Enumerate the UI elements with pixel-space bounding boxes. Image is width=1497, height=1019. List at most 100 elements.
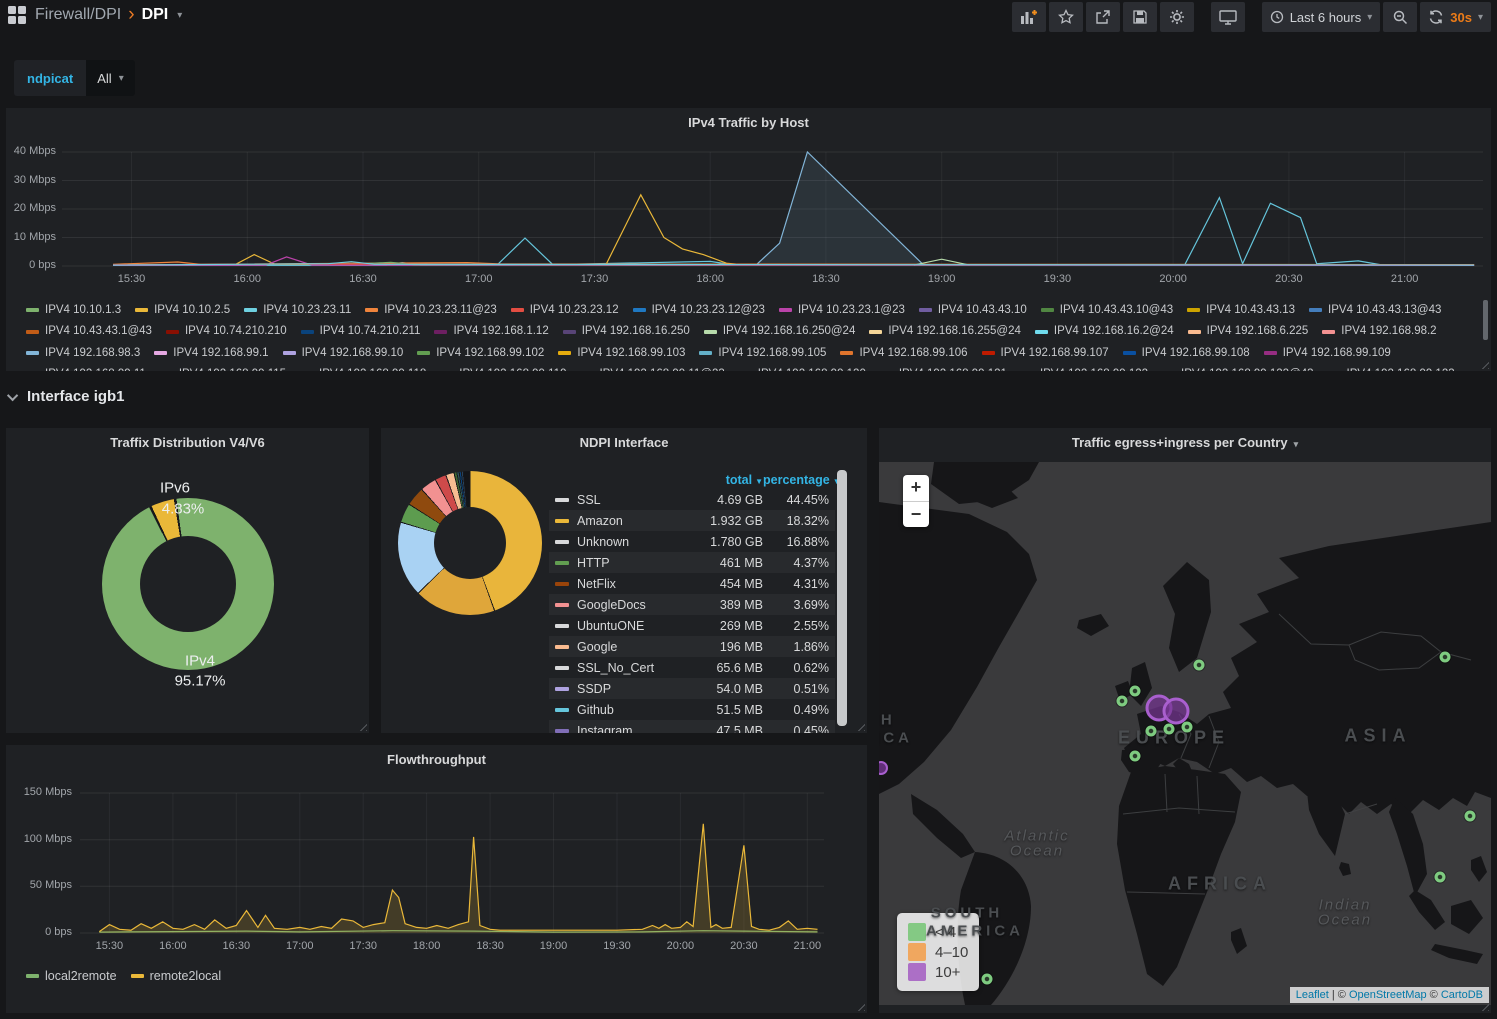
time-range-picker[interactable]: Last 6 hours ▾ [1262, 2, 1381, 32]
legend-item[interactable]: IPV4 192.168.99.109 [1264, 344, 1391, 363]
table-row[interactable]: GoogleDocs389 MB3.69% [549, 594, 835, 615]
legend-item[interactable]: IPV4 192.168.1.12 [434, 322, 548, 341]
panel-title[interactable]: NDPI Interface [381, 435, 867, 450]
panel-resize-handle[interactable] [856, 722, 865, 731]
sort-total[interactable]: total▼ [667, 473, 763, 487]
legend-item[interactable]: IPV4 192.168.99.105 [699, 344, 826, 363]
legend-item[interactable]: IPV4 10.43.43.10 [919, 301, 1027, 320]
legend-item[interactable]: IPV4 192.168.99.122@43 [1162, 365, 1314, 371]
legend-item[interactable]: IPV4 192.168.99.106 [840, 344, 967, 363]
map-marker[interactable] [1181, 721, 1192, 732]
map-marker[interactable] [1145, 725, 1156, 736]
legend-item[interactable]: IPV4 192.168.6.225 [1188, 322, 1309, 341]
breadcrumb-folder[interactable]: Firewall/DPI [35, 6, 121, 24]
panel-menu-caret-icon[interactable]: ▾ [1294, 439, 1299, 449]
legend-item[interactable]: IPV4 10.10.1.3 [26, 301, 121, 320]
map-marker[interactable] [1162, 698, 1189, 725]
legend-item[interactable]: IPV4 10.23.23.12 [511, 301, 619, 320]
legend-item[interactable]: IPV4 10.23.23.12@23 [633, 301, 765, 320]
legend-item[interactable]: IPV4 192.168.99.115 [160, 365, 286, 371]
attribution-link[interactable]: OpenStreetMap [1349, 989, 1427, 1001]
legend-item[interactable]: IPV4 192.168.16.250 [563, 322, 690, 341]
table-row[interactable]: SSL4.69 GB44.45% [549, 489, 835, 510]
legend-item[interactable]: IPV4 192.168.99.10 [283, 344, 404, 363]
map-marker[interactable] [1164, 724, 1175, 735]
legend-item[interactable]: IPV4 192.168.99.122 [1021, 365, 1148, 371]
zoom-out-button[interactable] [1383, 2, 1417, 32]
map-marker[interactable] [1129, 750, 1140, 761]
map-marker[interactable] [1116, 695, 1127, 706]
legend-item[interactable]: IPV4 192.168.99.121 [880, 365, 1007, 371]
legend-item[interactable]: IPV4 192.168.98.2 [1322, 322, 1436, 341]
legend-item[interactable]: IPV4 10.23.23.1@23 [779, 301, 905, 320]
settings-button[interactable] [1160, 2, 1194, 32]
legend-item[interactable]: IPV4 192.168.99.108 [1123, 344, 1250, 363]
table-row[interactable]: SSL_No_Cert65.6 MB0.62% [549, 657, 835, 678]
table-row[interactable]: Github51.5 MB0.49% [549, 699, 835, 720]
legend-item[interactable]: IPV4 10.43.43.13 [1187, 301, 1295, 320]
panel-title[interactable]: Traffic egress+ingress per Country▾ [879, 435, 1491, 450]
table-row[interactable]: Google196 MB1.86% [549, 636, 835, 657]
legend-scrollbar-thumb[interactable] [1483, 300, 1488, 340]
table-row[interactable]: NetFlix454 MB4.31% [549, 573, 835, 594]
dashboard-title[interactable]: DPI [142, 6, 169, 24]
map-marker[interactable] [1465, 811, 1476, 822]
table-row[interactable]: Unknown1.780 GB16.88% [549, 531, 835, 552]
map-marker[interactable] [1435, 871, 1446, 882]
legend-item[interactable]: remote2local [131, 967, 222, 986]
legend-item[interactable]: IPV4 192.168.99.119 [440, 365, 566, 371]
attribution-link[interactable]: Leaflet [1296, 989, 1329, 1001]
table-row[interactable]: SSDP54.0 MB0.51% [549, 678, 835, 699]
kiosk-mode-button[interactable] [1211, 2, 1245, 32]
legend-item[interactable]: IPV4 192.168.16.250@24 [704, 322, 856, 341]
legend-item[interactable]: IPV4 10.74.210.211 [301, 322, 421, 341]
legend-item[interactable]: IPV4 10.23.23.11@23 [365, 301, 497, 320]
table-scrollbar-thumb[interactable] [837, 470, 847, 726]
traffix-donut-chart[interactable] [102, 498, 274, 670]
legend-item[interactable]: local2remote [26, 967, 117, 986]
legend-item[interactable]: IPV4 10.43.43.10@43 [1041, 301, 1173, 320]
legend-item[interactable]: IPV4 10.74.210.210 [166, 322, 287, 341]
map-marker[interactable] [1194, 660, 1205, 671]
row-interface-igb1[interactable]: Interface igb1 [10, 388, 125, 405]
variable-value-dropdown[interactable]: All ▾ [86, 60, 134, 96]
table-row[interactable]: Instagram47.5 MB0.45% [549, 720, 835, 733]
map-marker[interactable] [1440, 651, 1451, 662]
legend-item[interactable]: IPV4 192.168.99.118 [300, 365, 426, 371]
legend-item[interactable]: IPV4 192.168.99.120 [739, 365, 866, 371]
legend-item[interactable]: IPV4 10.23.23.11 [244, 301, 351, 320]
map-marker[interactable] [1129, 686, 1140, 697]
legend-item[interactable]: IPV4 10.43.43.1@43 [26, 322, 152, 341]
legend-item[interactable]: IPV4 192.168.16.2@24 [1035, 322, 1174, 341]
table-row[interactable]: UbuntuONE269 MB2.55% [549, 615, 835, 636]
title-caret-icon[interactable]: ▾ [177, 10, 182, 21]
legend-item[interactable]: IPV4 10.43.43.13@43 [1309, 301, 1441, 320]
legend-item[interactable]: IPV4 10.10.2.5 [135, 301, 230, 320]
table-row[interactable]: Amazon1.932 GB18.32% [549, 510, 835, 531]
attribution-link[interactable]: CartoDB [1441, 989, 1483, 1001]
table-row[interactable]: HTTP461 MB4.37% [549, 552, 835, 573]
sort-percentage[interactable]: percentage▼ [763, 473, 829, 487]
map-zoom-out-button[interactable]: − [903, 501, 929, 527]
legend-item[interactable]: IPV4 192.168.16.255@24 [869, 322, 1021, 341]
legend-item[interactable]: IPV4 192.168.99.11 [26, 365, 146, 371]
legend-item[interactable]: IPV4 192.168.99.103 [558, 344, 685, 363]
share-button[interactable] [1086, 2, 1120, 32]
star-button[interactable] [1049, 2, 1083, 32]
legend-item[interactable]: IPV4 192.168.99.107 [982, 344, 1109, 363]
legend-item[interactable]: IPV4 192.168.99.1 [154, 344, 268, 363]
legend-item[interactable]: IPV4 192.168.98.3 [26, 344, 140, 363]
save-button[interactable] [1123, 2, 1157, 32]
refresh-button[interactable]: 30s ▾ [1420, 2, 1491, 32]
legend-item[interactable]: IPV4 192.168.99.102 [417, 344, 544, 363]
add-panel-button[interactable] [1012, 2, 1046, 32]
map-marker[interactable] [981, 973, 992, 984]
panel-title[interactable]: Traffix Distribution V4/V6 [6, 435, 369, 450]
legend-item[interactable]: IPV4 192.168.99.11@23 [580, 365, 724, 371]
legend-item[interactable]: IPV4 192.168.99.123 [1328, 365, 1455, 371]
panel-resize-handle[interactable] [358, 722, 367, 731]
grid-icon[interactable] [8, 6, 26, 24]
map-zoom-in-button[interactable]: + [903, 475, 929, 501]
ndpi-donut-chart[interactable] [398, 471, 542, 615]
world-map[interactable]: + − < 44–1010+ Leaflet | © OpenStreetMap… [879, 462, 1491, 1005]
